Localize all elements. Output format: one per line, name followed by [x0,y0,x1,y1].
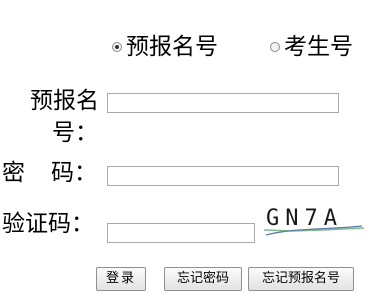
captcha-input[interactable] [107,223,255,243]
radio-label-exam-number: 考生号 [284,34,353,60]
password-label-char2: 码： [51,160,97,186]
captcha-label: 验证码： [2,211,94,237]
radio-label-registration-id: 预报名号 [126,34,218,60]
radio-option-registration-id[interactable]: 预报名号 [112,30,218,64]
forgot-registration-id-button[interactable]: 忘记预报名号 [248,267,354,291]
registration-id-label-suffix: 号： [52,120,98,146]
login-button[interactable]: 登录 [96,267,146,291]
radio-button-unchecked[interactable] [270,42,280,52]
password-label: 密码： [2,156,97,190]
radio-button-checked[interactable] [112,42,122,52]
password-label-char1: 密 [2,160,25,186]
registration-id-label: 预报名 [30,88,99,114]
captcha-text: GN7A [266,206,343,231]
captcha-image[interactable]: GN7A [262,200,366,242]
registration-id-input[interactable] [107,93,339,113]
password-input[interactable] [107,166,339,186]
forgot-password-button[interactable]: 忘记密码 [164,267,242,291]
radio-option-exam-number[interactable]: 考生号 [270,30,353,64]
